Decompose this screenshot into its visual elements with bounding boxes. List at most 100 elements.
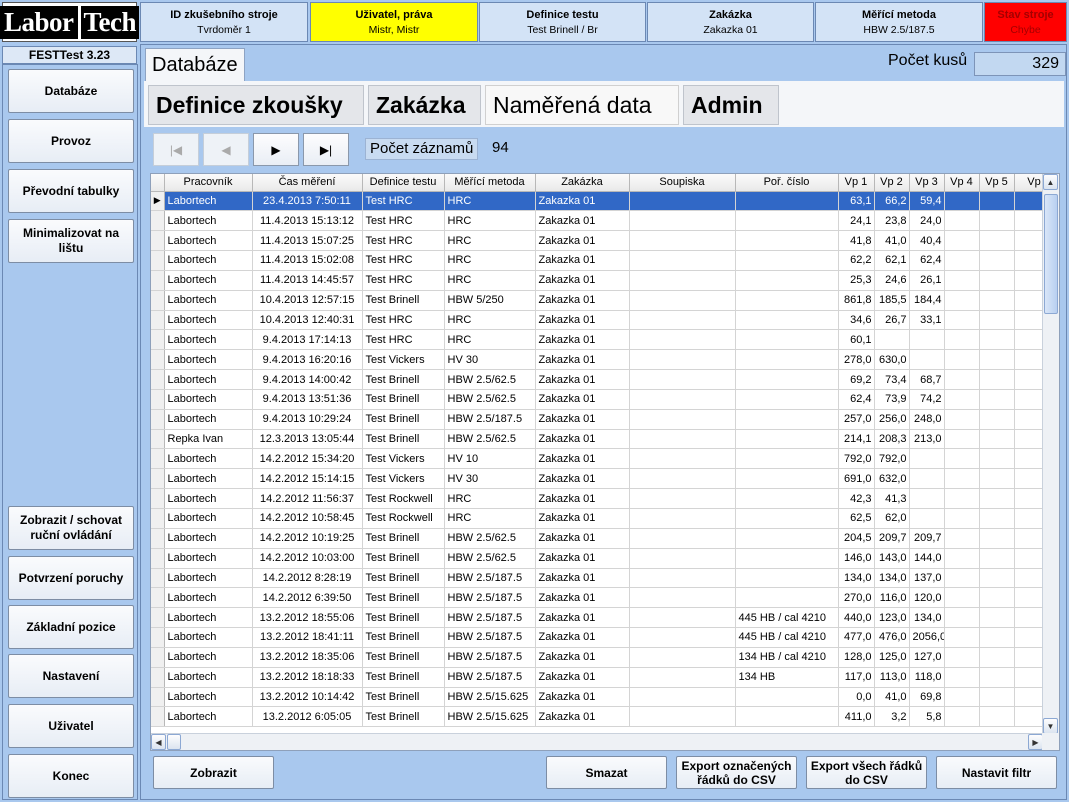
row-selector[interactable] bbox=[151, 349, 165, 371]
tab-measured-data[interactable]: Naměřená data bbox=[485, 85, 679, 125]
table-cell[interactable]: Labortech bbox=[164, 687, 253, 708]
table-cell[interactable]: Labortech bbox=[164, 488, 253, 509]
delete-button[interactable]: Smazat bbox=[546, 756, 667, 789]
table-cell[interactable]: 62,4 bbox=[838, 389, 875, 410]
table-row[interactable]: Labortech 11.4.2013 15:02:08 Test HRC HRC Za… bbox=[151, 250, 1055, 271]
table-cell[interactable]: HRC bbox=[444, 270, 536, 291]
table-cell[interactable] bbox=[979, 706, 1015, 728]
row-selector[interactable] bbox=[151, 627, 165, 648]
table-cell[interactable] bbox=[735, 389, 839, 410]
table-cell[interactable] bbox=[979, 369, 1015, 390]
table-cell[interactable] bbox=[629, 210, 736, 232]
table-cell[interactable]: Zakazka 01 bbox=[535, 290, 630, 311]
table-cell[interactable]: HBW 2.5/187.5 bbox=[444, 587, 536, 609]
table-cell[interactable]: Labortech bbox=[164, 468, 253, 490]
table-cell[interactable]: Labortech bbox=[164, 270, 253, 291]
table-cell[interactable] bbox=[979, 587, 1015, 609]
table-cell[interactable] bbox=[944, 448, 980, 470]
table-cell[interactable]: Labortech bbox=[164, 310, 253, 331]
table-cell[interactable] bbox=[629, 290, 736, 311]
table-cell[interactable] bbox=[944, 607, 980, 629]
table-cell[interactable]: Zakazka 01 bbox=[535, 369, 630, 390]
table-cell[interactable]: 10.4.2013 12:57:15 bbox=[252, 290, 363, 311]
sidebar-home-position-button[interactable]: Základní pozice bbox=[8, 605, 134, 649]
table-cell[interactable] bbox=[629, 687, 736, 708]
vertical-scrollbar[interactable]: ▲ ▼ bbox=[1042, 174, 1059, 734]
table-cell[interactable] bbox=[629, 568, 736, 589]
column-header[interactable]: Vp 4 bbox=[944, 174, 980, 192]
sidebar-toggle-manual-control-button[interactable]: Zobrazit / schovat ruční ovládání bbox=[8, 506, 134, 550]
table-cell[interactable]: Zakazka 01 bbox=[535, 448, 630, 470]
table-cell[interactable]: 120,0 bbox=[909, 587, 945, 609]
table-cell[interactable]: 118,0 bbox=[909, 667, 945, 688]
table-cell[interactable]: 9.4.2013 13:51:36 bbox=[252, 389, 363, 410]
table-cell[interactable]: Zakazka 01 bbox=[535, 349, 630, 371]
table-cell[interactable]: 411,0 bbox=[838, 706, 875, 728]
table-row[interactable]: Labortech 14.2.2012 10:03:00 Test Brinell H… bbox=[151, 548, 1055, 569]
sidebar-minimize-button[interactable]: Minimalizovat na lištu bbox=[8, 219, 134, 263]
table-cell[interactable]: HBW 2.5/187.5 bbox=[444, 647, 536, 668]
table-cell[interactable]: 69,2 bbox=[838, 369, 875, 390]
table-cell[interactable]: Zakazka 01 bbox=[535, 310, 630, 331]
table-cell[interactable] bbox=[735, 528, 839, 549]
table-cell[interactable]: 278,0 bbox=[838, 349, 875, 371]
vertical-scroll-thumb[interactable] bbox=[1044, 194, 1058, 314]
table-cell[interactable]: 9.4.2013 10:29:24 bbox=[252, 409, 363, 430]
table-row[interactable]: Labortech 14.2.2012 15:14:15 Test Vickers H… bbox=[151, 468, 1055, 490]
table-cell[interactable] bbox=[979, 468, 1015, 490]
table-cell[interactable]: Zakazka 01 bbox=[535, 607, 630, 629]
table-cell[interactable] bbox=[979, 290, 1015, 311]
table-cell[interactable] bbox=[979, 607, 1015, 629]
table-cell[interactable]: Labortech bbox=[164, 568, 253, 589]
table-cell[interactable]: Labortech bbox=[164, 706, 253, 728]
table-cell[interactable] bbox=[944, 369, 980, 390]
table-cell[interactable]: Test Rockwell bbox=[362, 488, 445, 509]
table-cell[interactable]: 134,0 bbox=[874, 568, 910, 589]
table-cell[interactable]: 270,0 bbox=[838, 587, 875, 609]
table-cell[interactable]: 62,2 bbox=[838, 250, 875, 271]
table-row[interactable]: Labortech 13.2.2012 18:55:06 Test Brinell H… bbox=[151, 607, 1055, 629]
table-cell[interactable] bbox=[944, 230, 980, 252]
table-cell[interactable]: 127,0 bbox=[909, 647, 945, 668]
row-selector[interactable] bbox=[151, 528, 165, 549]
table-cell[interactable]: 630,0 bbox=[874, 349, 910, 371]
row-selector[interactable] bbox=[151, 607, 165, 629]
table-cell[interactable] bbox=[979, 488, 1015, 509]
table-cell[interactable] bbox=[909, 448, 945, 470]
table-cell[interactable]: 25,3 bbox=[838, 270, 875, 291]
scroll-right-icon[interactable]: ▶ bbox=[1028, 734, 1043, 750]
table-cell[interactable]: 248,0 bbox=[909, 409, 945, 430]
table-cell[interactable]: 13.2.2012 6:05:05 bbox=[252, 706, 363, 728]
table-cell[interactable]: 62,1 bbox=[874, 250, 910, 271]
table-cell[interactable]: 445 HB / cal 4210 bbox=[735, 627, 839, 648]
sidebar-exit-button[interactable]: Konec bbox=[8, 754, 134, 798]
table-cell[interactable] bbox=[629, 587, 736, 609]
table-cell[interactable] bbox=[735, 706, 839, 728]
table-cell[interactable]: 62,5 bbox=[838, 508, 875, 529]
next-record-button[interactable]: ▶ bbox=[253, 133, 299, 166]
sidebar-settings-button[interactable]: Nastavení bbox=[8, 654, 134, 698]
row-selector[interactable] bbox=[151, 568, 165, 589]
table-cell[interactable] bbox=[735, 587, 839, 609]
table-cell[interactable] bbox=[735, 210, 839, 232]
table-cell[interactable]: 14.2.2012 10:19:25 bbox=[252, 528, 363, 549]
table-cell[interactable]: 11.4.2013 15:07:25 bbox=[252, 230, 363, 252]
table-cell[interactable] bbox=[735, 310, 839, 331]
row-selector[interactable] bbox=[151, 706, 165, 728]
column-header[interactable]: Vp 1 bbox=[838, 174, 875, 192]
row-selector[interactable]: ▶ bbox=[151, 191, 165, 212]
table-cell[interactable]: 34,6 bbox=[838, 310, 875, 331]
table-cell[interactable] bbox=[735, 468, 839, 490]
table-cell[interactable]: Test Brinell bbox=[362, 607, 445, 629]
table-cell[interactable]: 13.2.2012 18:41:11 bbox=[252, 627, 363, 648]
table-cell[interactable]: Zakazka 01 bbox=[535, 568, 630, 589]
table-cell[interactable]: 13.2.2012 18:18:33 bbox=[252, 667, 363, 688]
table-cell[interactable] bbox=[979, 191, 1015, 212]
table-cell[interactable]: HRC bbox=[444, 230, 536, 252]
table-cell[interactable]: Labortech bbox=[164, 627, 253, 648]
table-cell[interactable] bbox=[979, 647, 1015, 668]
table-cell[interactable]: Zakazka 01 bbox=[535, 250, 630, 271]
table-cell[interactable]: Test Brinell bbox=[362, 389, 445, 410]
table-row[interactable]: Labortech 13.2.2012 6:05:05 Test Brinell HB… bbox=[151, 706, 1055, 728]
table-cell[interactable]: 691,0 bbox=[838, 468, 875, 490]
